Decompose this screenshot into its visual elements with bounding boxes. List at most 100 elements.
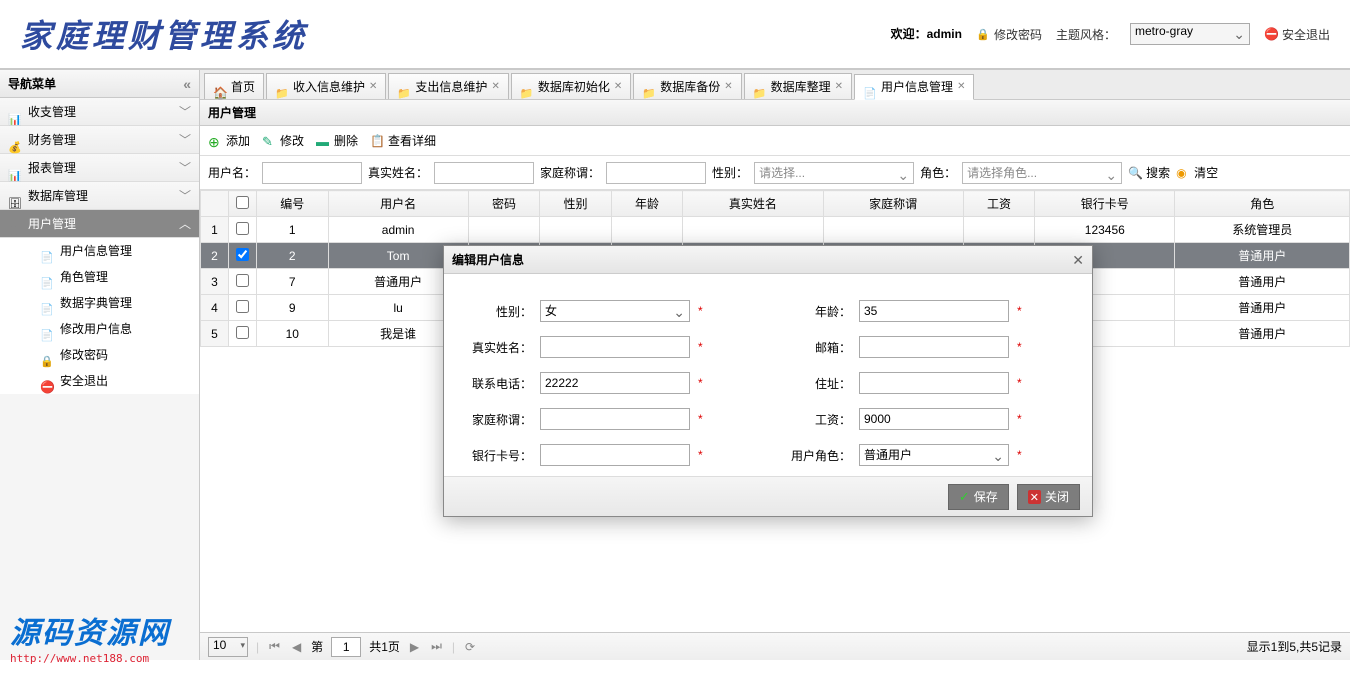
change-password-link[interactable]: 修改密码 <box>976 26 1042 43</box>
next-page-button[interactable]: ▶ <box>408 640 421 654</box>
sidebar-subitem-0[interactable]: 用户信息管理 <box>0 238 199 264</box>
tab-close-icon[interactable]: ✕ <box>369 74 377 100</box>
folder-icon <box>275 80 289 94</box>
search-bar: 用户名： 真实姓名： 家庭称谓： 性别： 请选择... 角色： 请选择角色...… <box>200 156 1350 190</box>
tab-label: 支出信息维护 <box>415 74 487 100</box>
dialog-close-button[interactable]: ✕ <box>1072 246 1084 273</box>
tab-close-icon[interactable]: ✕ <box>614 74 622 100</box>
column-header[interactable]: 家庭称谓 <box>823 191 963 217</box>
sidebar-subitem-3[interactable]: 修改用户信息 <box>0 316 199 342</box>
sidebar-item-1[interactable]: 财务管理﹀ <box>0 126 199 154</box>
dlg-role-select[interactable]: 普通用户 <box>859 444 1009 466</box>
folder-icon <box>642 80 656 94</box>
dlg-realname-input[interactable] <box>540 336 690 358</box>
search-username-input[interactable] <box>262 162 362 184</box>
column-header[interactable]: 工资 <box>963 191 1035 217</box>
column-header[interactable]: 性别 <box>540 191 612 217</box>
column-header[interactable]: 角色 <box>1175 191 1350 217</box>
column-header[interactable]: 用户名 <box>328 191 468 217</box>
row-checkbox[interactable] <box>236 326 249 339</box>
dlg-bank-input[interactable] <box>540 444 690 466</box>
tab-1[interactable]: 收入信息维护✕ <box>266 73 386 99</box>
lock-icon <box>976 27 990 41</box>
clear-button[interactable]: 清空 <box>1176 164 1218 181</box>
tab-close-icon[interactable]: ✕ <box>957 74 965 100</box>
chevron-icon: ﹀ <box>179 154 191 182</box>
exit-icon <box>40 374 54 388</box>
page-size-select[interactable]: 10 <box>208 637 248 657</box>
add-button[interactable]: 添加 <box>208 132 250 149</box>
chart-icon <box>8 105 22 119</box>
view-button[interactable]: 查看详细 <box>370 132 436 149</box>
sidebar-subitem-1[interactable]: 角色管理 <box>0 264 199 290</box>
tab-close-icon[interactable]: ✕ <box>491 74 499 100</box>
edit-user-dialog: 编辑用户信息 ✕ 性别：女* 年龄：* 真实姓名：* 邮箱：* 联系电话：* 住… <box>443 245 1093 517</box>
prev-page-button[interactable]: ◀ <box>290 640 303 654</box>
column-header[interactable]: 编号 <box>257 191 329 217</box>
chevron-icon: ﹀ <box>179 182 191 210</box>
row-checkbox[interactable] <box>236 274 249 287</box>
chevron-icon: ︿ <box>179 210 191 238</box>
dlg-realname-label: 真实姓名： <box>464 339 532 356</box>
sidebar-item-2[interactable]: 报表管理 ﹀ <box>0 154 199 182</box>
row-checkbox[interactable] <box>236 222 249 235</box>
search-realname-input[interactable] <box>434 162 534 184</box>
sidebar-subitem-5[interactable]: 安全退出 <box>0 368 199 394</box>
search-icon <box>1128 166 1142 180</box>
select-all-checkbox[interactable] <box>236 196 249 209</box>
table-row[interactable]: 11admin123456系统管理员 <box>201 217 1350 243</box>
sidebar-title: 导航菜单 « <box>0 70 199 98</box>
sidebar-subitem-2[interactable]: 数据字典管理 <box>0 290 199 316</box>
search-family-input[interactable] <box>606 162 706 184</box>
last-page-button[interactable]: ⏭ <box>429 639 444 654</box>
tab-2[interactable]: 支出信息维护✕ <box>388 73 508 99</box>
sidebar-item-label: 报表管理 <box>28 154 76 182</box>
page-number-input[interactable] <box>331 637 361 657</box>
sidebar-item-label: 数据库管理 <box>28 182 88 210</box>
column-header[interactable]: 密码 <box>468 191 540 217</box>
search-button[interactable]: 搜索 <box>1128 164 1170 181</box>
theme-select[interactable]: metro-gray <box>1130 23 1250 45</box>
dlg-address-input[interactable] <box>859 372 1009 394</box>
tab-3[interactable]: 数据库初始化✕ <box>511 73 631 99</box>
tab-5[interactable]: 数据库整理✕ <box>744 73 852 99</box>
column-header[interactable]: 银行卡号 <box>1035 191 1175 217</box>
tab-bar: 首页收入信息维护✕支出信息维护✕数据库初始化✕数据库备份✕数据库整理✕用户信息管… <box>200 70 1350 100</box>
sidebar-item-4[interactable]: 用户管理︿ <box>0 210 199 238</box>
dlg-family-input[interactable] <box>540 408 690 430</box>
sidebar-item-0[interactable]: 收支管理﹀ <box>0 98 199 126</box>
tab-close-icon[interactable]: ✕ <box>724 74 732 100</box>
collapse-icon[interactable]: « <box>183 70 191 97</box>
sidebar-item-3[interactable]: 数据库管理 ﹀ <box>0 182 199 210</box>
column-header[interactable]: 年龄 <box>611 191 683 217</box>
tab-0[interactable]: 首页 <box>204 73 264 99</box>
logout-link[interactable]: 安全退出 <box>1264 26 1330 43</box>
dialog-title: 编辑用户信息 <box>452 246 524 273</box>
add-icon <box>208 134 222 148</box>
dlg-salary-input[interactable] <box>859 408 1009 430</box>
tab-close-icon[interactable]: ✕ <box>835 74 843 100</box>
page-label-prefix: 第 <box>311 638 323 655</box>
delete-button[interactable]: 删除 <box>316 132 358 149</box>
edit-button[interactable]: 修改 <box>262 132 304 149</box>
close-button[interactable]: 关闭 <box>1017 484 1080 510</box>
dlg-phone-input[interactable] <box>540 372 690 394</box>
tab-label: 收入信息维护 <box>293 74 365 100</box>
dlg-gender-select[interactable]: 女 <box>540 300 690 322</box>
db-icon <box>8 189 22 203</box>
refresh-button[interactable]: ⟳ <box>463 640 477 654</box>
column-header[interactable]: 真实姓名 <box>683 191 823 217</box>
first-page-button[interactable]: ⏮ <box>267 639 282 654</box>
row-checkbox[interactable] <box>236 300 249 313</box>
tab-4[interactable]: 数据库备份✕ <box>633 73 741 99</box>
save-button[interactable]: 保存 <box>948 484 1009 510</box>
dlg-email-input[interactable] <box>859 336 1009 358</box>
doc-icon <box>40 244 54 258</box>
row-checkbox[interactable] <box>236 248 249 261</box>
tab-6[interactable]: 用户信息管理✕ <box>854 74 974 100</box>
dlg-age-input[interactable] <box>859 300 1009 322</box>
search-gender-select[interactable]: 请选择... <box>754 162 914 184</box>
search-role-select[interactable]: 请选择角色... <box>962 162 1122 184</box>
search-username-label: 用户名： <box>208 164 256 181</box>
sidebar-subitem-4[interactable]: 修改密码 <box>0 342 199 368</box>
